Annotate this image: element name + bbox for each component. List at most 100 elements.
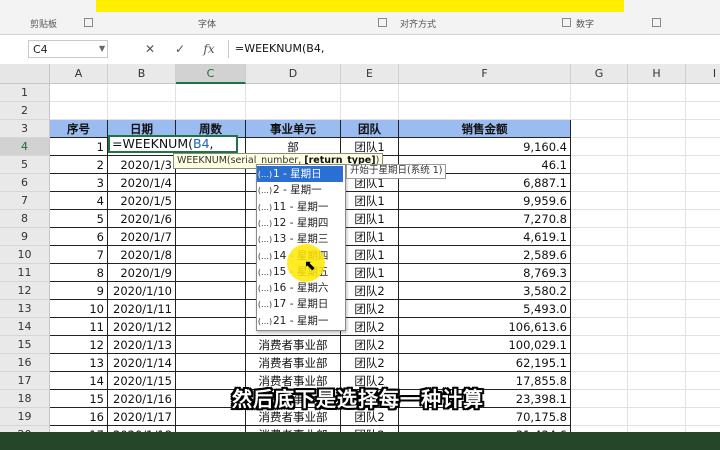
grid-cell[interactable]: [628, 192, 686, 210]
grid-cell[interactable]: [686, 264, 720, 282]
grid-cell[interactable]: [246, 84, 341, 102]
table-cell[interactable]: [176, 282, 246, 300]
formula-input[interactable]: =WEEKNUM(B4,: [228, 40, 720, 58]
grid-cell[interactable]: [628, 156, 686, 174]
table-cell[interactable]: 团队1: [341, 210, 399, 228]
table-cell[interactable]: 团队2: [341, 354, 399, 372]
table-cell[interactable]: 10: [50, 300, 108, 318]
grid-cell[interactable]: [628, 336, 686, 354]
grid-cell[interactable]: [571, 138, 628, 156]
column-header-c[interactable]: C: [176, 64, 246, 84]
row-header-12[interactable]: 12: [0, 282, 50, 300]
table-header-cell[interactable]: 序号: [50, 120, 108, 138]
grid-cell[interactable]: [686, 156, 720, 174]
table-cell[interactable]: 团队1: [341, 228, 399, 246]
grid-cell[interactable]: [628, 120, 686, 138]
row-header-15[interactable]: 15: [0, 336, 50, 354]
dropdown-item[interactable]: (…)16 - 星期六: [257, 280, 343, 296]
grid-cell[interactable]: [571, 318, 628, 336]
row-header-4[interactable]: 4: [0, 138, 50, 156]
table-cell[interactable]: 2020/1/7: [108, 228, 176, 246]
table-cell[interactable]: 8: [50, 264, 108, 282]
table-cell[interactable]: 消费者事业部: [246, 336, 341, 354]
grid-cell[interactable]: [686, 300, 720, 318]
table-cell[interactable]: 2020/1/6: [108, 210, 176, 228]
table-cell[interactable]: 2020/1/5: [108, 192, 176, 210]
table-cell[interactable]: 2020/1/12: [108, 318, 176, 336]
column-header-f[interactable]: F: [399, 64, 571, 84]
table-cell[interactable]: 7: [50, 246, 108, 264]
grid-cell[interactable]: [571, 120, 628, 138]
cancel-icon[interactable]: ✕: [140, 40, 160, 58]
table-cell[interactable]: 7,270.8: [399, 210, 571, 228]
insert-function-icon[interactable]: fx: [199, 40, 219, 58]
grid-cell[interactable]: [686, 192, 720, 210]
grid-cell[interactable]: [686, 138, 720, 156]
ribbon-group-clipboard[interactable]: 剪贴板: [30, 17, 57, 30]
table-header-cell[interactable]: 销售金额: [399, 120, 571, 138]
table-cell[interactable]: 团队2: [341, 300, 399, 318]
table-cell[interactable]: 5: [50, 210, 108, 228]
table-cell[interactable]: 团队1: [341, 246, 399, 264]
table-cell[interactable]: 2020/1/10: [108, 282, 176, 300]
row-header-2[interactable]: 2: [0, 102, 50, 120]
grid-cell[interactable]: [246, 102, 341, 120]
grid-cell[interactable]: [628, 300, 686, 318]
table-cell[interactable]: 6: [50, 228, 108, 246]
row-header-10[interactable]: 10: [0, 246, 50, 264]
grid-cell[interactable]: [628, 228, 686, 246]
row-header-8[interactable]: 8: [0, 210, 50, 228]
table-cell[interactable]: [176, 336, 246, 354]
grid-cell[interactable]: [628, 174, 686, 192]
grid-cell[interactable]: [571, 390, 628, 408]
table-cell[interactable]: 4,619.1: [399, 228, 571, 246]
grid-cell[interactable]: [686, 318, 720, 336]
table-cell[interactable]: 消费者事业部: [246, 354, 341, 372]
grid-cell[interactable]: [176, 84, 246, 102]
grid-cell[interactable]: [571, 300, 628, 318]
column-header-e[interactable]: E: [341, 64, 399, 84]
grid-cell[interactable]: [571, 192, 628, 210]
table-header-cell[interactable]: 团队: [341, 120, 399, 138]
ribbon-group-font[interactable]: 字体: [198, 17, 216, 30]
grid-cell[interactable]: [571, 246, 628, 264]
grid-cell[interactable]: [686, 210, 720, 228]
grid-cell[interactable]: [571, 264, 628, 282]
table-cell[interactable]: [176, 246, 246, 264]
row-header-14[interactable]: 14: [0, 318, 50, 336]
table-cell[interactable]: 5,493.0: [399, 300, 571, 318]
grid-cell[interactable]: [686, 84, 720, 102]
column-header-g[interactable]: G: [571, 64, 628, 84]
table-cell[interactable]: 2020/1/17: [108, 408, 176, 426]
table-cell[interactable]: 3: [50, 174, 108, 192]
table-cell[interactable]: [176, 210, 246, 228]
table-cell[interactable]: [176, 174, 246, 192]
grid-cell[interactable]: [628, 318, 686, 336]
table-cell[interactable]: 1: [50, 138, 108, 156]
dropdown-item[interactable]: (…)2 - 星期一: [257, 182, 343, 198]
row-header-17[interactable]: 17: [0, 372, 50, 390]
table-cell[interactable]: 13: [50, 354, 108, 372]
grid-cell[interactable]: [108, 84, 176, 102]
grid-cell[interactable]: [399, 84, 571, 102]
row-header-3[interactable]: 3: [0, 120, 50, 138]
row-header-18[interactable]: 18: [0, 390, 50, 408]
grid-cell[interactable]: [571, 210, 628, 228]
grid-cell[interactable]: [628, 264, 686, 282]
column-header-b[interactable]: B: [108, 64, 176, 84]
dialog-launcher-icon[interactable]: [652, 18, 661, 27]
column-header-i[interactable]: I: [686, 64, 720, 84]
table-cell[interactable]: [176, 318, 246, 336]
grid-cell[interactable]: [571, 354, 628, 372]
column-header-d[interactable]: D: [246, 64, 341, 84]
table-cell[interactable]: 16: [50, 408, 108, 426]
ribbon-group-number[interactable]: 数字: [576, 17, 594, 30]
row-header-13[interactable]: 13: [0, 300, 50, 318]
row-header-7[interactable]: 7: [0, 192, 50, 210]
table-cell[interactable]: 106,613.6: [399, 318, 571, 336]
grid-cell[interactable]: [571, 156, 628, 174]
grid-cell[interactable]: [571, 336, 628, 354]
grid-cell[interactable]: [628, 102, 686, 120]
table-cell[interactable]: 团队2: [341, 336, 399, 354]
grid-cell[interactable]: [341, 102, 399, 120]
